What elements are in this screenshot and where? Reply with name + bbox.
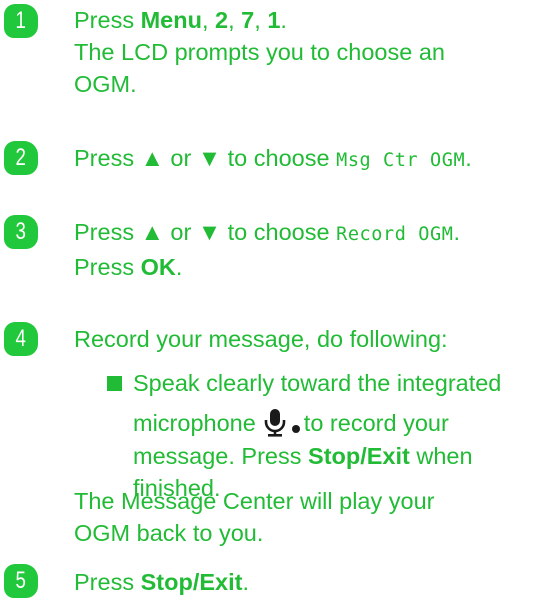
lcd-text: Msg Ctr OGM xyxy=(336,150,466,171)
text: to record your xyxy=(303,410,449,436)
step-number: 3 xyxy=(15,218,27,245)
text: Press xyxy=(74,569,141,595)
step-line: Press OK. xyxy=(74,251,548,283)
text: Speak clearly toward the integrated xyxy=(133,370,502,396)
text: . xyxy=(465,145,472,171)
step-number: 1 xyxy=(15,7,27,34)
text: , xyxy=(228,7,242,33)
text: . xyxy=(453,219,460,245)
step-line: Press ▲ or ▼ to choose Record OGM. xyxy=(74,216,548,251)
step-line: Press Menu, 2, 7, 1. xyxy=(74,4,548,36)
step-text: Record your message, do following: xyxy=(74,323,548,355)
text: , xyxy=(254,7,268,33)
text: when xyxy=(409,443,473,469)
step-number: 2 xyxy=(15,144,27,171)
step-number-badge: 2 xyxy=(4,141,38,175)
text: . xyxy=(242,569,249,595)
step-number: 5 xyxy=(15,567,27,594)
bullet-line: Speak clearly toward the integrated xyxy=(133,367,501,399)
down-arrow-icon: ▼ xyxy=(197,145,222,171)
lcd-text: Record OGM xyxy=(336,224,454,245)
step-note: The Message Center will play your OGM ba… xyxy=(74,485,548,549)
text: , xyxy=(201,7,216,33)
text: Press xyxy=(74,7,141,33)
text: or xyxy=(163,145,198,171)
text: or xyxy=(163,219,198,245)
step-number-badge: 5 xyxy=(4,564,38,598)
dot-icon xyxy=(291,425,300,433)
key-menu: Menu xyxy=(140,7,202,33)
step-text: Press Menu, 2, 7, 1. The LCD prompts you… xyxy=(74,4,548,100)
key-ok: OK xyxy=(140,254,176,280)
down-arrow-icon: ▼ xyxy=(197,219,222,245)
text: to choose xyxy=(221,219,337,245)
text: . xyxy=(175,254,183,280)
step-line: OGM. xyxy=(74,71,137,97)
text: microphone xyxy=(133,410,256,436)
step-text: Press Stop/Exit. xyxy=(74,566,548,598)
step-line: Press Stop/Exit. xyxy=(74,566,548,598)
step-line: Press ▲ or ▼ to choose Msg Ctr OGM. xyxy=(74,142,548,177)
text: Press xyxy=(74,145,141,171)
up-arrow-icon: ▲ xyxy=(140,145,164,171)
bullet-square-icon xyxy=(107,376,122,391)
text: . xyxy=(280,7,287,33)
key-2: 2 xyxy=(215,7,229,33)
bullet-line: message. Press Stop/Exit when xyxy=(133,440,473,472)
step-number-badge: 1 xyxy=(4,4,38,38)
step-line: OGM back to you. xyxy=(74,520,264,546)
key-stop-exit: Stop/Exit xyxy=(308,443,410,469)
key-1: 1 xyxy=(267,7,281,33)
up-arrow-icon: ▲ xyxy=(140,219,164,245)
step-line: Record your message, do following: xyxy=(74,326,448,352)
step-number: 4 xyxy=(15,325,27,352)
key-7: 7 xyxy=(241,7,255,33)
instruction-page: { "steps": [ { "number": "1", "line1": {… xyxy=(0,0,552,604)
text: Press xyxy=(74,254,141,280)
step-text: Press ▲ or ▼ to choose Msg Ctr OGM. xyxy=(74,142,548,177)
step-text: Press ▲ or ▼ to choose Record OGM. Press… xyxy=(74,216,548,283)
text: to choose xyxy=(221,145,337,171)
step-line: The Message Center will play your xyxy=(74,488,435,514)
step-number-badge: 4 xyxy=(4,322,38,356)
step-line: The LCD prompts you to choose an xyxy=(74,39,445,65)
step-number-badge: 3 xyxy=(4,215,38,249)
text: Press xyxy=(74,219,141,245)
text: message. Press xyxy=(133,443,309,469)
key-stop-exit: Stop/Exit xyxy=(140,569,243,595)
